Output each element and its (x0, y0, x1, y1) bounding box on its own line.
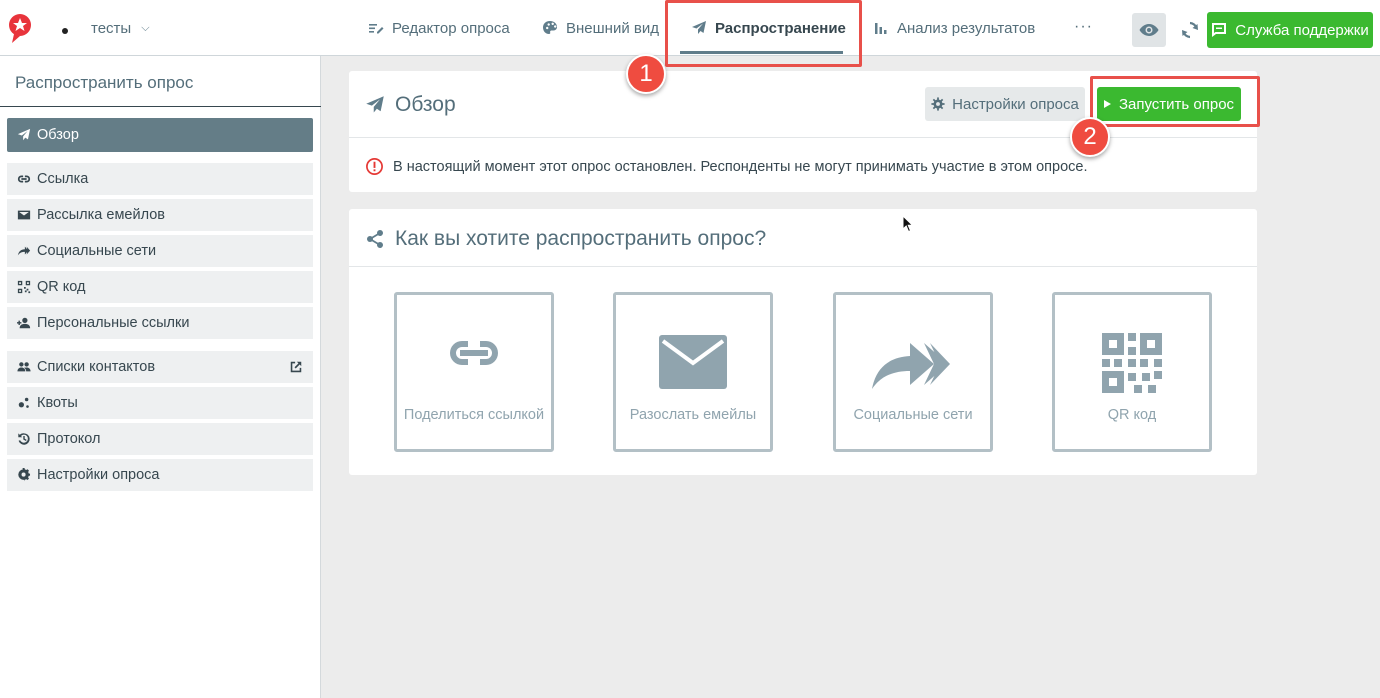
sidebar-item-label: Квоты (37, 395, 78, 411)
option-label: Разослать емейлы (629, 407, 757, 423)
tab-appearance[interactable]: Внешний вид (542, 0, 659, 56)
chat-icon (1212, 23, 1227, 37)
sidebar-item-overview[interactable]: Обзор (7, 118, 313, 152)
survey-settings-label: Настройки опроса (952, 95, 1079, 113)
refresh-icon[interactable] (1180, 20, 1200, 40)
option-label: Поделиться ссылкой (403, 407, 545, 423)
project-selector[interactable]: тесты ⌵ (91, 20, 150, 37)
option-social[interactable]: Социальные сети (833, 292, 993, 452)
palette-icon (543, 21, 557, 34)
option-label: QR код (1107, 407, 1157, 423)
option-send-emails[interactable]: Разослать емейлы (613, 292, 773, 452)
pencil-lines-icon (369, 24, 384, 34)
sidebar-title: Распространить опрос (15, 73, 194, 92)
sidebar-divider (0, 106, 321, 107)
sidebar-item-label: Обзор (37, 127, 79, 143)
overview-title: Обзор (365, 93, 456, 117)
sidebar-item-quotas[interactable]: Квоты (7, 387, 313, 419)
paper-plane-icon (17, 128, 31, 141)
sidebar-item-label: QR код (37, 279, 86, 295)
sidebar-item-contact-lists[interactable]: Списки контактов (7, 351, 313, 383)
status-notice-text: В настоящий момент этот опрос остановлен… (393, 158, 1088, 175)
bar-chart-icon (875, 23, 887, 34)
user-plus-icon (17, 317, 31, 329)
history-icon (18, 433, 30, 445)
sidebar-item-label: Персональные ссылки (37, 315, 190, 331)
support-label: Служба поддержки (1235, 21, 1369, 39)
share-arrow-icon (872, 343, 950, 389)
sidebar-item-label: Настройки опроса (37, 467, 160, 483)
envelope-icon (17, 210, 31, 220)
option-share-link[interactable]: Поделиться ссылкой (394, 292, 554, 452)
overview-title-text: Обзор (395, 93, 456, 116)
highlight-distribution-tab (665, 0, 862, 67)
gear-icon (18, 468, 31, 482)
sidebar-item-survey-settings[interactable]: Настройки опроса (7, 459, 313, 491)
envelope-icon (659, 335, 727, 389)
external-link-icon[interactable] (289, 360, 303, 374)
link-icon (450, 341, 498, 365)
app-logo-icon[interactable] (6, 12, 36, 46)
chevron-down-icon: ⌵ (141, 22, 150, 34)
tab-editor-label: Редактор опроса (392, 19, 510, 37)
share-arrow-icon (17, 246, 31, 256)
sidebar-item-link[interactable]: Ссылка (7, 163, 313, 195)
qr-code-icon (17, 280, 31, 294)
more-menu-button[interactable]: ··· (1074, 18, 1093, 36)
users-icon (17, 362, 31, 372)
sidebar-item-qr[interactable]: QR код (7, 271, 313, 303)
project-name: тесты (91, 20, 132, 37)
preview-button[interactable] (1132, 13, 1166, 47)
distribution-title-text: Как вы хотите распространить опрос? (395, 227, 767, 250)
tab-appearance-label: Внешний вид (566, 19, 659, 37)
qr-code-icon (1102, 333, 1162, 393)
share-icon (367, 230, 383, 248)
status-dot (62, 28, 68, 34)
sidebar-item-email[interactable]: Рассылка емейлов (7, 199, 313, 231)
step-badge-2: 2 (1070, 117, 1110, 157)
highlight-launch-button (1090, 76, 1260, 127)
sidebar-item-personal-links[interactable]: Персональные ссылки (7, 307, 313, 339)
sidebar-item-social[interactable]: Социальные сети (7, 235, 313, 267)
sidebar-item-label: Списки контактов (37, 359, 156, 375)
eye-icon (1139, 24, 1159, 36)
sidebar: Распространить опрос Обзор Ссылка Рассыл… (0, 56, 321, 698)
sidebar-item-label: Рассылка емейлов (37, 207, 165, 223)
sidebar-item-protocol[interactable]: Протокол (7, 423, 313, 455)
status-notice: В настоящий момент этот опрос остановлен… (365, 157, 1088, 176)
mouse-cursor-icon (902, 215, 914, 233)
survey-settings-button[interactable]: Настройки опроса (925, 87, 1085, 121)
tab-editor[interactable]: Редактор опроса (368, 0, 510, 56)
link-icon (17, 175, 31, 183)
sidebar-item-label: Ссылка (37, 171, 89, 187)
quota-icon (18, 397, 29, 408)
option-qr-code[interactable]: QR код (1052, 292, 1212, 452)
alert-circle-icon (366, 158, 383, 175)
step-badge-1: 1 (626, 54, 666, 94)
tab-analysis[interactable]: Анализ результатов (873, 0, 1035, 56)
sidebar-item-label: Протокол (37, 431, 101, 447)
overview-divider (349, 137, 1257, 138)
gear-icon (931, 97, 945, 111)
sidebar-item-label: Социальные сети (37, 243, 157, 259)
support-button[interactable]: Служба поддержки (1207, 12, 1373, 48)
distribution-divider (349, 266, 1257, 267)
option-label: Социальные сети (853, 407, 973, 423)
paper-plane-icon (366, 96, 384, 113)
distribution-title: Как вы хотите распространить опрос? (365, 227, 766, 251)
distribution-card: Как вы хотите распространить опрос? Поде… (349, 209, 1257, 475)
tab-analysis-label: Анализ результатов (897, 19, 1036, 37)
